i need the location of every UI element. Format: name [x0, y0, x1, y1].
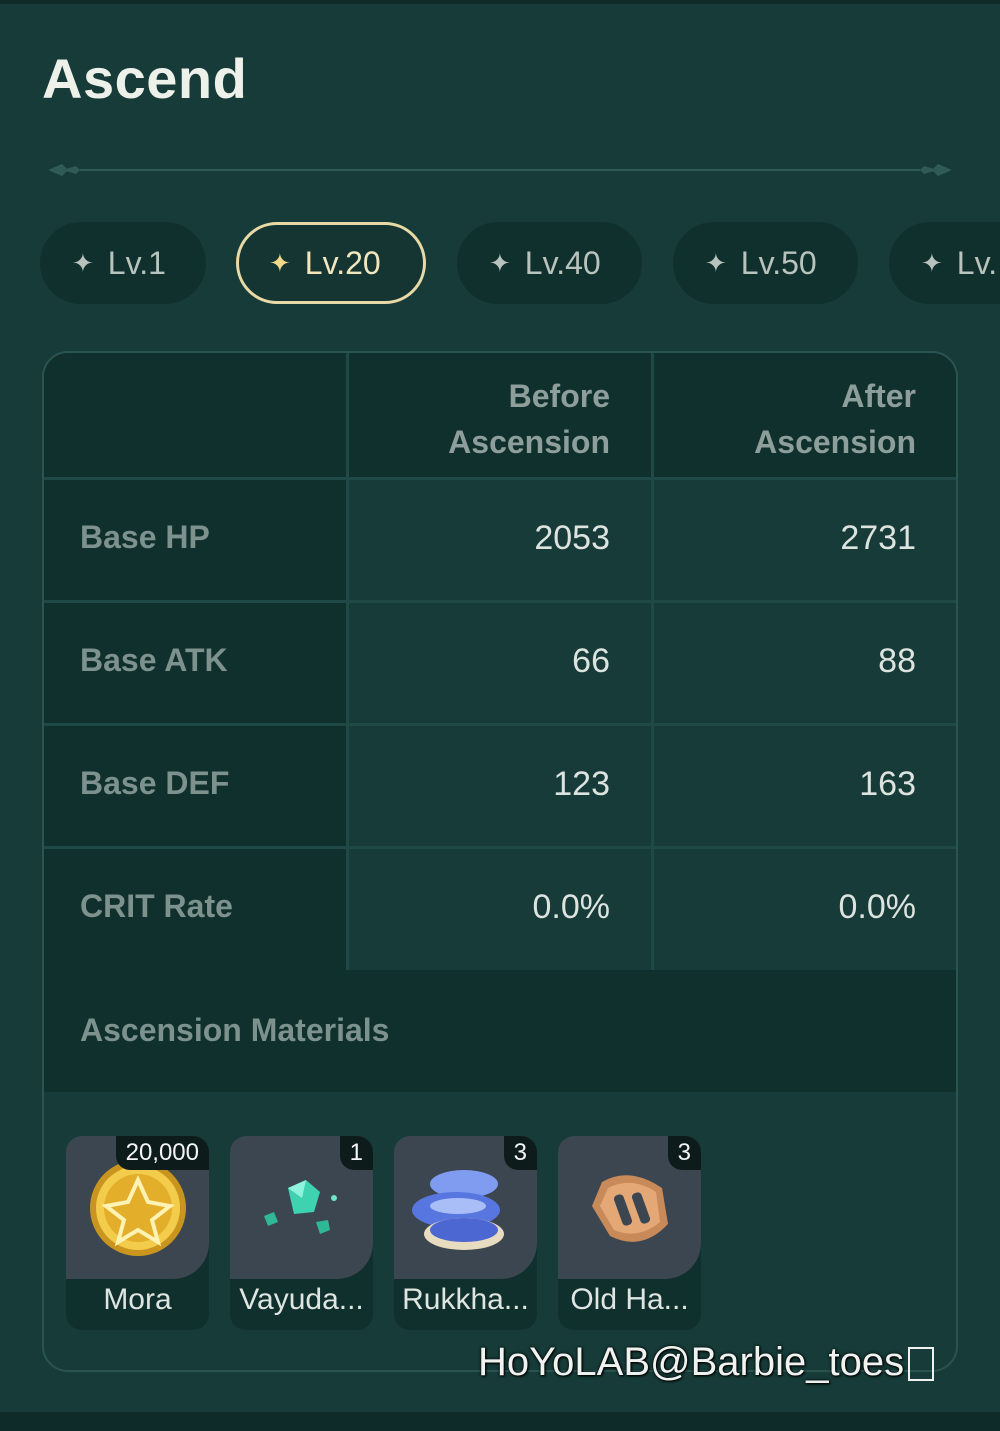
base-def-after: 163 [859, 765, 916, 803]
row-divider [44, 846, 956, 849]
watermark-glyph-box [908, 1347, 935, 1382]
row-divider [44, 477, 956, 480]
material-name: Old Ha... [570, 1283, 689, 1316]
tab-lv1[interactable]: ✦ Lv.1 [40, 222, 206, 304]
tab-label: Lv.1 [107, 244, 166, 281]
column-header-before: Before Ascension [448, 378, 610, 460]
watermark: HoYoLAB@Barbie_toes [478, 1340, 935, 1385]
level-tabs: ✦ Lv.1 ✦ Lv.20 ✦ Lv.40 ✦ Lv.50 ✦ Lv. [0, 0, 1000, 320]
material-item-mora[interactable]: 20,000 Mora [66, 1136, 209, 1330]
tab-lv40[interactable]: ✦ Lv.40 [457, 222, 642, 304]
bottom-edge [0, 1412, 1000, 1431]
crit-rate-after: 0.0% [838, 888, 917, 926]
star-icon: ✦ [269, 247, 291, 278]
material-name: Mora [103, 1283, 172, 1316]
star-icon: ✦ [72, 247, 94, 278]
material-count: 1 [339, 1136, 373, 1170]
material-item-rukkhashava[interactable]: 3 Rukkha... [394, 1136, 537, 1330]
material-count: 3 [667, 1136, 701, 1170]
row-divider [44, 600, 956, 603]
watermark-text: HoYoLAB@Barbie_toes [478, 1340, 905, 1384]
column-header-after: After Ascension [754, 378, 916, 460]
tab-label: Lv.20 [304, 244, 381, 281]
materials-header: Ascension Materials [44, 970, 956, 1092]
star-icon: ✦ [921, 247, 943, 278]
base-hp-before: 2053 [534, 519, 610, 557]
column-divider [346, 353, 349, 970]
ascension-stats-table: Before Ascension After Ascension Base HP… [42, 351, 958, 1372]
base-hp-after: 2731 [840, 519, 916, 557]
row-label-base-def: Base DEF [80, 765, 230, 801]
tab-label: Lv. [956, 244, 998, 281]
star-icon: ✦ [489, 247, 511, 278]
row-label-base-atk: Base ATK [80, 642, 228, 678]
tab-label: Lv.40 [524, 244, 601, 281]
tab-lv-next[interactable]: ✦ Lv. [889, 222, 1000, 304]
tab-lv50[interactable]: ✦ Lv.50 [673, 222, 858, 304]
row-label-crit-rate: CRIT Rate [80, 888, 233, 924]
material-name: Vayuda... [239, 1283, 364, 1316]
material-name: Rukkha... [402, 1283, 529, 1316]
column-divider [651, 353, 654, 970]
base-atk-before: 66 [572, 642, 610, 680]
material-item-vayuda[interactable]: 1 Vayuda... [230, 1136, 373, 1330]
row-label-base-hp: Base HP [80, 519, 210, 555]
materials-title: Ascension Materials [80, 1012, 390, 1048]
material-count: 20,000 [115, 1136, 209, 1170]
tab-label: Lv.50 [740, 244, 817, 281]
material-item-old-handguard[interactable]: 3 Old Ha... [558, 1136, 701, 1330]
material-count: 3 [503, 1136, 537, 1170]
tab-lv20[interactable]: ✦ Lv.20 [236, 222, 426, 304]
base-atk-after: 88 [878, 642, 916, 680]
crit-rate-before: 0.0% [532, 888, 611, 926]
row-divider [44, 723, 956, 726]
base-def-before: 123 [553, 765, 610, 803]
star-icon: ✦ [705, 247, 727, 278]
